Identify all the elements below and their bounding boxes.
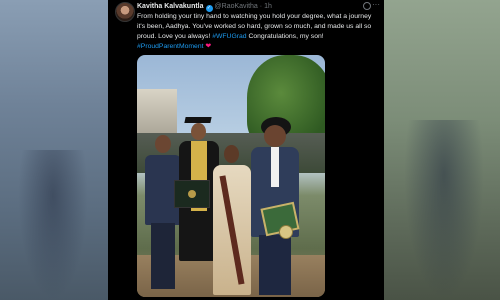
avatar[interactable]	[115, 2, 135, 22]
tweet-photo[interactable]	[137, 55, 325, 297]
author-handle[interactable]: @RaoKavitha	[215, 3, 258, 10]
photo-person-father	[143, 135, 183, 295]
hashtag-link[interactable]: #ProudParentMoment	[137, 43, 204, 50]
tweet-text: From holding your tiny hand to watching …	[137, 12, 381, 52]
author-name[interactable]: Kavitha Kalvakuntla	[137, 3, 204, 10]
more-options-icon[interactable]: ···	[372, 0, 380, 10]
verified-badge-icon: ✓	[205, 5, 213, 12]
photo-diploma	[174, 180, 210, 208]
tweet-timestamp[interactable]: 1h	[264, 3, 272, 10]
background-blur-right	[384, 0, 500, 300]
background-blur-left	[0, 0, 108, 300]
grok-icon[interactable]	[363, 2, 371, 10]
tweet-text-congrats: Congratulations, my son!	[248, 33, 324, 40]
heart-emoji-icon: ❤	[205, 43, 212, 50]
tweet-header: Kavitha Kalvakuntla ✓ @RaoKavitha · 1h	[137, 2, 380, 12]
hashtag-link[interactable]: #WFUGrad	[212, 33, 246, 40]
tweet-card[interactable]: Kavitha Kalvakuntla ✓ @RaoKavitha · 1h ···…	[108, 0, 384, 300]
separator-dot: ·	[259, 3, 263, 10]
photo-medal	[279, 225, 293, 239]
